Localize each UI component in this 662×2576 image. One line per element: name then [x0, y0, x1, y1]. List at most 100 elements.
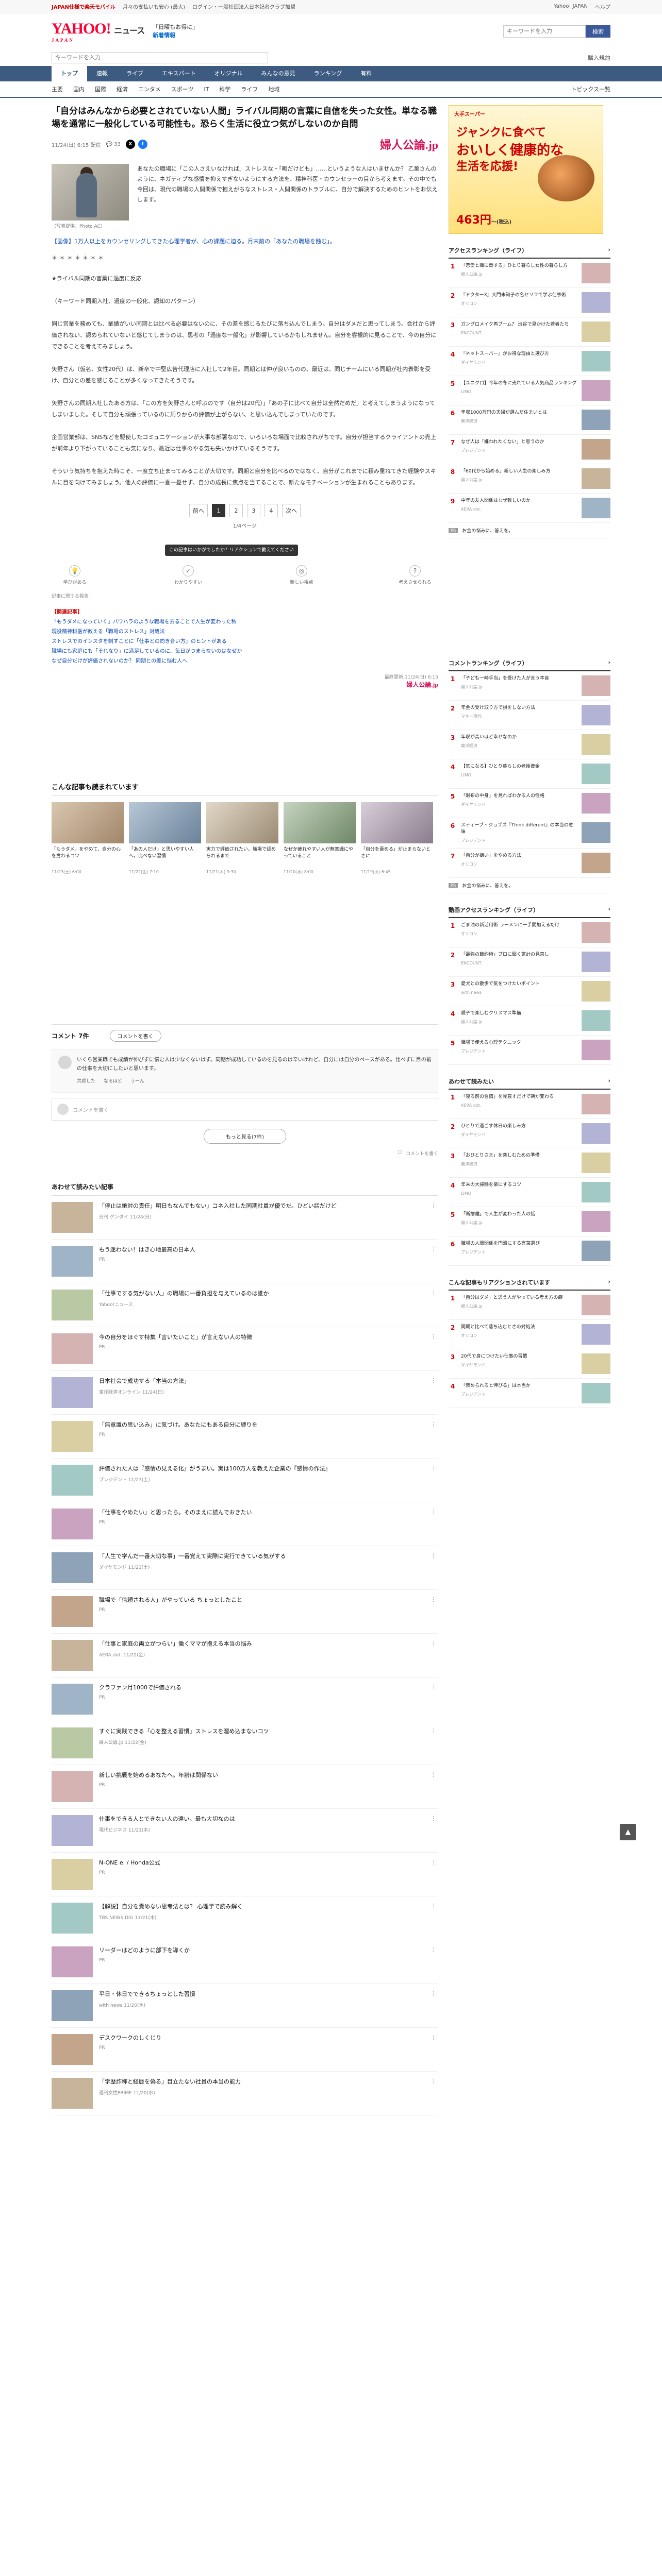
cat-local[interactable]: 地域 [268, 85, 279, 93]
cat-science[interactable]: 科学 [219, 85, 230, 93]
read-together-item[interactable]: N-ONE e: / Honda公式 PR ⋮ [52, 1853, 438, 1896]
x-share-icon[interactable]: X [125, 140, 135, 149]
pager-page-3[interactable]: 3 [247, 504, 260, 517]
ranking-item[interactable]: 4 「褒められると伸びる」は本当か プレジデント [449, 1379, 610, 1408]
ranking-item[interactable]: 4 【気になる】ひとり暮らしの老後資金 LIMO [449, 759, 610, 789]
ranking-item[interactable]: 1 「子ども一時手当」を受けた人が言う本音 婦人公論.jp [449, 671, 610, 701]
nav-breaking[interactable]: 速報 [87, 66, 117, 81]
related-article-link[interactable]: 【画像】1万人以上をカウンセリングしてきた心理学者が、心の課題に迫る。月末前の「… [52, 236, 438, 246]
ranking-item[interactable]: 2 同期と比べて落ち込むときの対処法 オリコン [449, 1320, 610, 1349]
more-icon[interactable]: ⋮ [431, 1552, 436, 1559]
ranking-item[interactable]: 8 「60代から始める」新しい人生の楽しみ方 婦人公論.jp [449, 464, 610, 494]
cat-life[interactable]: ライフ [241, 85, 258, 93]
ranking-item[interactable]: 7 なぜ人は「嫌われたくない」と思うのか プレジデント [449, 435, 610, 464]
related-link-item[interactable]: 現役精神科医が教える「職場のストレス」対処法 [52, 627, 438, 637]
read-together-item[interactable]: もう迷わない！はき心地最高の日本人 PR ⋮ [52, 1240, 438, 1283]
read-together-item[interactable]: デスクワークのしくじり PR ⋮ [52, 2028, 438, 2072]
recommend-item[interactable]: 実力で評価されたい。職場で認められるまで 11/21(木) 9:30 [206, 802, 278, 875]
header-search-input[interactable] [503, 25, 586, 38]
more-icon[interactable]: ⋮ [431, 1377, 436, 1384]
ranking-item[interactable]: 5 職場で使える心理テクニック プレジデント [449, 1036, 610, 1065]
ranking-item[interactable]: 4 親子で楽しむクリスマス準備 婦人公論.jp [449, 1006, 610, 1036]
cat-international[interactable]: 国際 [95, 85, 106, 93]
reaction-think[interactable]: ? 考えさせられる [397, 565, 433, 585]
read-together-item[interactable]: 仕事をできる人とできない人の違い。最も大切なのは 現代ビジネス 11/21(木) ⋮ [52, 1809, 438, 1853]
top-promo-2[interactable]: ログイン・一般社団法人日本記者クラブ加盟 [192, 3, 295, 10]
read-together-item[interactable]: 「仕事でする気がない人」の職場に一番負担を与えているのは誰か Yahoo!ニュース… [52, 1283, 438, 1327]
nav-live[interactable]: ライブ [117, 66, 153, 81]
read-together-item[interactable]: 「学歴詐称と経歴を偽る」目立たない社員の本当の能力 週刊女性PRIME 11/20… [52, 2072, 438, 2115]
ranking-item[interactable]: 3 ガングロメイク再ブーム？ 渋谷で見かけた若者たち ENCOUNT [449, 317, 610, 347]
recommend-item[interactable]: なぜか疲れやすい人が無意識にやっていること 11/20(水) 8:00 [284, 802, 356, 875]
checkbox-icon[interactable]: ☐ [398, 1150, 402, 1157]
recommend-item[interactable]: 「あの人だけ」と思いやすい人へ。比べない習慣 11/22(金) 7:10 [129, 802, 201, 875]
ranking-item[interactable]: 6 スティーブ・ジョブズ『Think different』の本当の意味 プレジデント [449, 818, 610, 849]
pr-line[interactable]: PR お金の悩みに、答えを。 [449, 878, 610, 893]
ranking-item[interactable]: 2 『ドクターX』大門未知子の名セリフで学ぶ仕事術 オリコン [449, 288, 610, 317]
related-link-item[interactable]: なぜ自分だけが評価されないのか？ 同期との差に悩む人へ [52, 656, 438, 666]
more-icon[interactable]: ⋮ [431, 1509, 436, 1515]
nav-top[interactable]: トップ [52, 66, 87, 81]
read-together-item[interactable]: 「仕事をやめたい」と思ったら。そのまえに読んでおきたい PR ⋮ [52, 1502, 438, 1546]
recommend-item[interactable]: 「自分を責める」が止まらないときに 11/19(火) 6:45 [361, 802, 433, 875]
more-icon[interactable]: ⋮ [431, 1946, 436, 1953]
reaction-new-view[interactable]: ◎ 新しい視点 [284, 565, 320, 585]
more-icon[interactable]: ⋮ [431, 1903, 436, 1909]
ranking-item[interactable]: 1 「寝る前の習慣」を見直すだけで朝が変わる AERA dot. [449, 1090, 610, 1119]
comment-count-icon[interactable]: 💬 33 [106, 142, 120, 147]
nav-ranking[interactable]: ランキング [305, 66, 352, 81]
read-together-item[interactable]: 新しい挑戦を始めるあなたへ。年齢は関係ない PR ⋮ [52, 1765, 438, 1809]
nav-expert[interactable]: エキスパート [153, 66, 205, 81]
nav-opinions[interactable]: みんなの意見 [252, 66, 305, 81]
read-together-item[interactable]: 日本社会で成功する「本当の方法」 東洋経済オンライン 11/24(日) ⋮ [52, 1371, 438, 1415]
read-together-item[interactable]: 【解説】自分を責めない思考法とは？ 心理学で読み解く TBS NEWS DIG 1… [52, 1896, 438, 1940]
read-together-item[interactable]: クラファン月1000で評価される PR ⋮ [52, 1677, 438, 1721]
report-link[interactable]: 記事に関する報告 [52, 592, 438, 599]
more-icon[interactable]: ⋮ [431, 1290, 436, 1296]
more-icon[interactable]: ⋮ [431, 1815, 436, 1822]
agree-button[interactable]: なるほど [104, 1077, 122, 1086]
write-comment-button[interactable]: コメントを書く [109, 1030, 161, 1042]
cat-economy[interactable]: 経済 [117, 85, 128, 93]
header-search-button[interactable]: 検索 [586, 25, 610, 38]
comment-note-link[interactable]: コメントを書く [406, 1150, 438, 1157]
pager-page-1[interactable]: 1 [212, 504, 225, 517]
empathize-button[interactable]: 共感した [77, 1077, 95, 1086]
read-together-item[interactable]: 平日・休日でできるちょっとした習慣 with news 11/20(水) ⋮ [52, 1984, 438, 2028]
related-link-item[interactable]: 「もうダメになっていく」パワハラのような職場を去ることで人生が変わった私 [52, 617, 438, 627]
ranking-item[interactable]: 4 『ネットスーパー』がお得な理由と選び方 ダイヤモンド [449, 347, 610, 376]
read-together-item[interactable]: 職場で「信頼される人」がやっている ちょっとしたこと PR ⋮ [52, 1590, 438, 1634]
nav-paid[interactable]: 有料 [351, 66, 381, 81]
comment-input[interactable]: コメントを書く [52, 1098, 438, 1121]
top-promo-1[interactable]: 月々の支払いも安心 (最大) [123, 3, 185, 10]
read-together-item[interactable]: すぐに実践できる「心を整える習慣」ストレスを溜め込まないコツ 婦人公論.jp 11… [52, 1721, 438, 1765]
ranking-item[interactable]: 1 「自分はダメ」と思う人がやっている考え方の癖 婦人公論.jp [449, 1291, 610, 1320]
ranking-item[interactable]: 2 ひとりで過ごす休日の楽しみ方 ダイヤモンド [449, 1119, 610, 1148]
ranking-item[interactable]: 2 年金の受け取り方で損をしない方法 マネー現代 [449, 701, 610, 730]
ranking-item[interactable]: 3 「おひとりさま」を楽しむための準備 東洋経済 [449, 1148, 610, 1178]
ranking-item[interactable]: 9 中年の友人関係はなぜ難しいのか AERA dot. [449, 494, 610, 523]
reaction-learned[interactable]: 💡 学びがある [57, 565, 93, 585]
more-icon[interactable]: ⋮ [431, 1246, 436, 1252]
pager-prev[interactable]: 前へ [189, 504, 208, 517]
article-photo[interactable] [52, 164, 129, 221]
publisher-mini-logo[interactable]: 婦人公論.jp [52, 680, 438, 689]
pager-page-2[interactable]: 2 [229, 504, 243, 517]
more-icon[interactable]: ⋮ [431, 1859, 436, 1866]
facebook-share-icon[interactable]: f [138, 140, 147, 149]
scroll-top-button[interactable]: ▲ [620, 1824, 636, 1840]
cat-sports[interactable]: スポーツ [171, 85, 194, 93]
more-comments-button[interactable]: もっと見る(7件) [204, 1129, 286, 1144]
ranking-item[interactable]: 5 「財布の中身」を見ればわかる人の性格 ダイヤモンド [449, 789, 610, 818]
pager-next[interactable]: 次へ [282, 504, 301, 517]
more-icon[interactable]: ⋮ [431, 1465, 436, 1471]
ranking-item[interactable]: 6 職場の人間関係を円滑にする言葉選び プレジデント [449, 1236, 610, 1266]
read-together-item[interactable]: 今の自分をほぐす特集「言いたいこと」が言えない人の特徴 PR ⋮ [52, 1327, 438, 1371]
ranking-item[interactable]: 5 「断捨離」で人生が変わった人の話 婦人公論.jp [449, 1207, 610, 1236]
publisher-logo[interactable]: 婦人公論.jp [380, 136, 438, 152]
top-notice[interactable]: JAPAN仕様で楽天モバイル [52, 3, 115, 10]
more-icon[interactable]: ⋮ [431, 1640, 436, 1647]
more-icon[interactable]: ⋮ [431, 1202, 436, 1209]
site-logo[interactable]: YAHOO! ニュース JAPAN [52, 20, 145, 43]
read-together-item[interactable]: 「仕事と家庭の両立がつらい」働くママが抱える本当の悩み AERA dot. 11/… [52, 1634, 438, 1677]
